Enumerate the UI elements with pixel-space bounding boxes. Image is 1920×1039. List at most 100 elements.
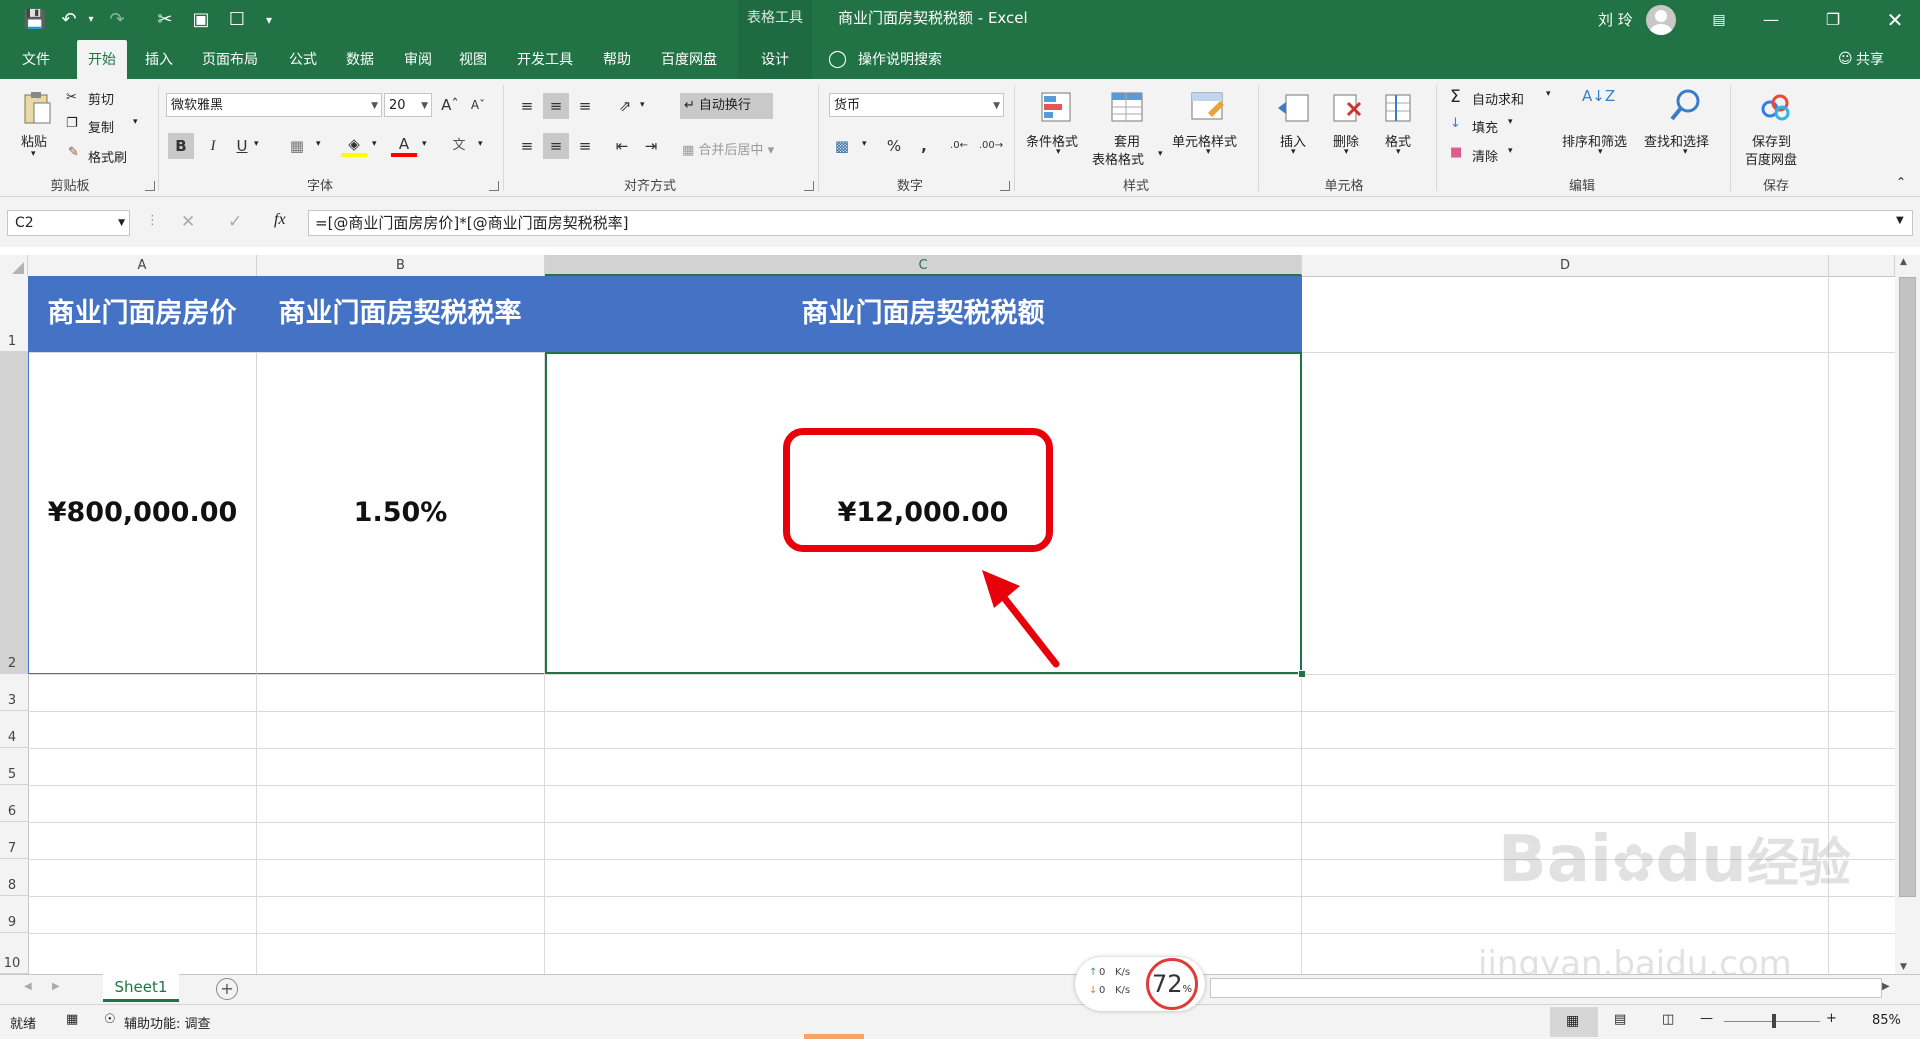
format-as-table-dropdown-icon[interactable]: ▾ — [1158, 149, 1163, 159]
page-break-view-icon[interactable]: ◫ — [1662, 1012, 1674, 1027]
copy-button[interactable]: 复制 — [88, 117, 114, 136]
number-launcher-icon[interactable] — [1000, 181, 1010, 191]
align-top-icon[interactable]: ≡ — [514, 93, 540, 119]
customize-toolbar-icon[interactable]: ▾ — [256, 8, 282, 32]
fill-color-icon[interactable]: ◈ — [341, 131, 367, 157]
column-header-b[interactable]: B — [257, 255, 545, 276]
decrease-indent-icon[interactable]: ⇤ — [609, 133, 635, 159]
orientation-dropdown-icon[interactable]: ▾ — [640, 100, 645, 110]
fill-handle[interactable] — [1298, 670, 1306, 678]
phonetic-dropdown-icon[interactable]: ▾ — [478, 139, 483, 149]
row-header-1[interactable]: 1 — [0, 276, 28, 352]
next-sheet-icon[interactable]: ▶ — [52, 981, 60, 992]
row-header-8[interactable]: 8 — [0, 859, 28, 896]
new-file-icon[interactable]: ☐ — [224, 8, 250, 32]
tab-baidu-netdisk[interactable]: 百度网盘 — [650, 40, 728, 79]
phonetic-icon[interactable]: 文 — [446, 133, 472, 159]
name-box-dropdown-icon[interactable]: ▼ — [118, 211, 125, 235]
number-format-select[interactable]: 货币 ▼ — [829, 93, 1004, 117]
wrap-text-button[interactable]: ↵ 自动换行 — [680, 93, 773, 119]
format-painter-icon[interactable]: ✎ — [68, 145, 79, 160]
delete-cells-dropdown-icon[interactable]: ▾ — [1344, 147, 1349, 157]
row-header-4[interactable]: 4 — [0, 711, 28, 748]
normal-view-icon[interactable]: ▦ — [1550, 1007, 1598, 1037]
fill-dropdown-icon[interactable]: ▾ — [1508, 117, 1513, 127]
cell-styles-icon[interactable] — [1190, 91, 1226, 125]
italic-button[interactable]: I — [200, 133, 226, 159]
select-all-button[interactable] — [0, 255, 28, 276]
zoom-level[interactable]: 85% — [1872, 1013, 1901, 1028]
alignment-launcher-icon[interactable] — [804, 181, 814, 191]
cut-icon[interactable]: ✂ — [66, 90, 77, 105]
find-select-dropdown-icon[interactable]: ▾ — [1683, 147, 1688, 157]
save-to-netdisk-button[interactable]: 保存到 — [1752, 131, 1791, 150]
row-header-6[interactable]: 6 — [0, 785, 28, 822]
cut-icon[interactable]: ✂ — [152, 8, 178, 32]
scroll-right-icon[interactable]: ▶ — [1882, 981, 1890, 992]
conditional-format-icon[interactable] — [1040, 91, 1074, 125]
copy-icon[interactable]: ❐ — [66, 116, 78, 131]
column-header-blank[interactable] — [1829, 255, 1895, 276]
underline-button[interactable]: U — [229, 133, 255, 159]
expand-formula-icon[interactable]: ▼ — [1896, 215, 1904, 226]
insert-cells-icon[interactable] — [1276, 91, 1310, 125]
find-select-icon[interactable] — [1668, 87, 1704, 123]
comma-style-button[interactable]: , — [911, 133, 937, 159]
tab-developer[interactable]: 开发工具 — [506, 40, 584, 79]
conditional-format-button[interactable]: 条件格式 — [1026, 131, 1078, 150]
increase-decimal-icon[interactable]: .0← — [946, 133, 972, 159]
bold-button[interactable]: B — [168, 133, 194, 159]
accessibility-icon[interactable]: ☉ — [104, 1012, 116, 1027]
tab-insert[interactable]: 插入 — [134, 40, 184, 79]
cut-button[interactable]: 剪切 — [88, 89, 114, 108]
baidu-netdisk-icon[interactable] — [1758, 91, 1794, 125]
column-header-a[interactable]: A — [28, 255, 257, 276]
accounting-format-icon[interactable]: ▩ — [829, 133, 855, 159]
cell-a2[interactable]: ¥800,000.00 — [28, 352, 256, 674]
autosum-button[interactable]: 自动求和 — [1472, 89, 1524, 108]
align-bottom-icon[interactable]: ≡ — [572, 93, 598, 119]
conditional-dropdown-icon[interactable]: ▾ — [1056, 147, 1061, 157]
minimize-icon[interactable]: — — [1748, 0, 1794, 40]
format-as-table-icon[interactable] — [1110, 91, 1146, 125]
sheet-tab-sheet1[interactable]: Sheet1 — [103, 974, 179, 1002]
close-icon[interactable]: ✕ — [1872, 0, 1918, 40]
column-header-d[interactable]: D — [1302, 255, 1829, 276]
accessibility-status[interactable]: 辅助功能: 调查 — [124, 1013, 211, 1032]
insert-function-button[interactable]: fx — [274, 211, 286, 229]
increase-indent-icon[interactable]: ⇥ — [638, 133, 664, 159]
row-header-10[interactable]: 10 — [0, 933, 28, 974]
fill-color-dropdown-icon[interactable]: ▾ — [372, 139, 377, 149]
row-header-9[interactable]: 9 — [0, 896, 28, 933]
sort-filter-button[interactable]: 排序和筛选 — [1562, 131, 1627, 150]
font-color-icon[interactable]: A — [391, 131, 417, 157]
zoom-slider-thumb[interactable] — [1772, 1014, 1776, 1028]
scroll-thumb[interactable] — [1899, 277, 1916, 897]
paste-icon[interactable] — [22, 91, 52, 127]
clipboard-launcher-icon[interactable] — [145, 181, 155, 191]
restore-icon[interactable]: ❐ — [1810, 0, 1856, 40]
autosum-dropdown-icon[interactable]: ▾ — [1546, 89, 1551, 99]
memory-gauge[interactable]: 72% — [1146, 958, 1198, 1010]
tell-me-search[interactable]: 操作说明搜索 — [858, 40, 942, 80]
tab-view[interactable]: 视图 — [448, 40, 498, 79]
tab-home[interactable]: 开始 — [77, 40, 127, 79]
clear-dropdown-icon[interactable]: ▾ — [1508, 146, 1513, 156]
zoom-in-icon[interactable]: + — [1826, 1011, 1837, 1026]
avatar[interactable] — [1646, 5, 1676, 35]
sort-filter-dropdown-icon[interactable]: ▾ — [1598, 147, 1603, 157]
cell-b2[interactable]: 1.50% — [256, 352, 544, 674]
decrease-font-icon[interactable]: Aˇ — [465, 92, 491, 118]
scroll-down-icon[interactable]: ▼ — [1900, 962, 1907, 972]
underline-dropdown-icon[interactable]: ▾ — [254, 139, 259, 149]
horizontal-scrollbar[interactable] — [1210, 978, 1882, 998]
tab-review[interactable]: 审阅 — [393, 40, 443, 79]
borders-dropdown-icon[interactable]: ▾ — [316, 139, 321, 149]
paste-button[interactable]: 粘贴 — [21, 131, 47, 150]
confirm-entry-icon[interactable]: ✓ — [228, 212, 242, 232]
copy-dropdown-icon[interactable]: ▾ — [133, 117, 138, 127]
orientation-icon[interactable]: ⇗ — [612, 93, 638, 119]
align-left-icon[interactable]: ≡ — [514, 133, 540, 159]
tab-formulas[interactable]: 公式 — [278, 40, 328, 79]
fill-down-icon[interactable]: ↓ — [1450, 116, 1461, 131]
